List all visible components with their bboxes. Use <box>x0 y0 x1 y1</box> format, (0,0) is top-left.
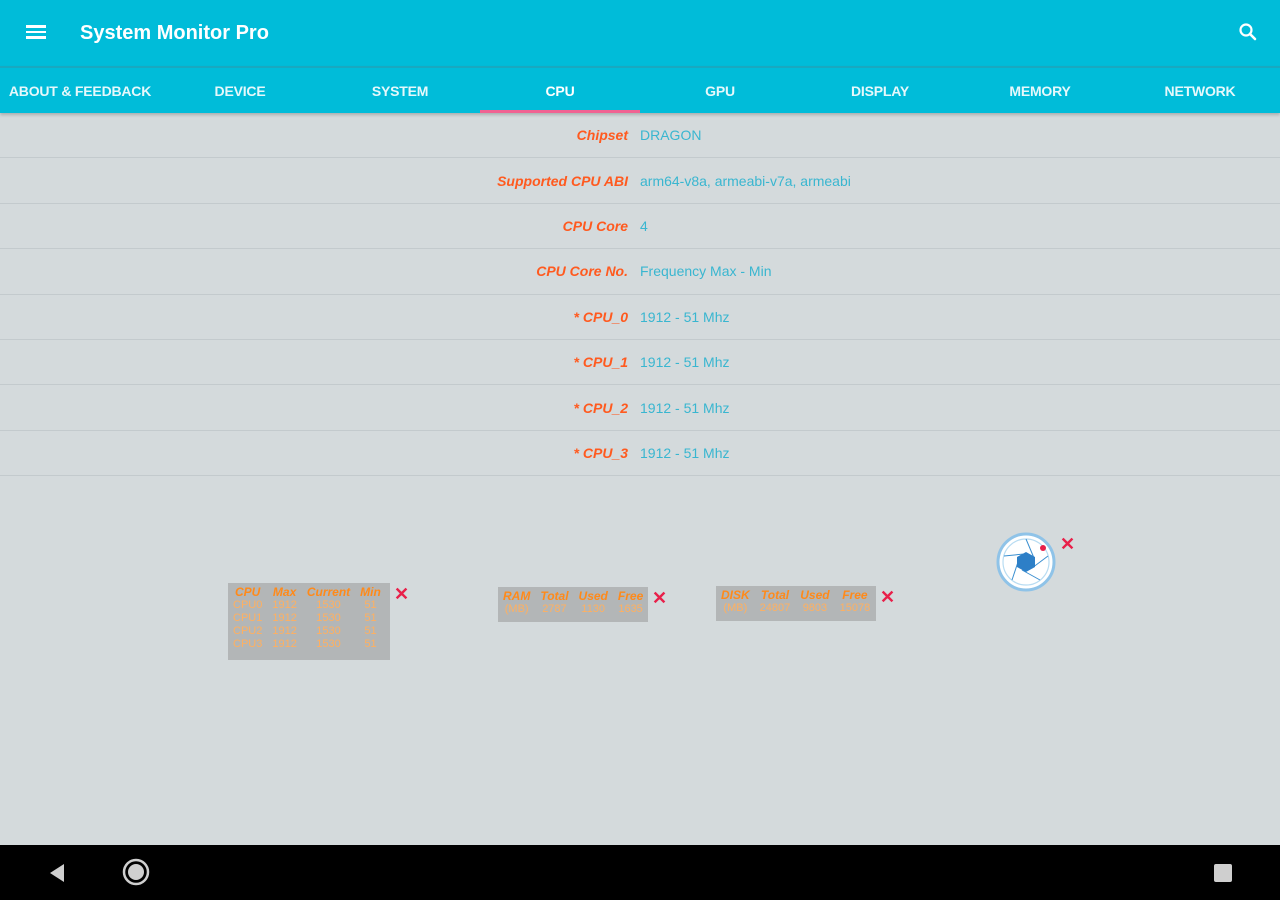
info-row-chipset: Chipset DRAGON <box>0 113 1280 159</box>
camera-shutter-icon[interactable] <box>996 532 1056 592</box>
disk-widget-cell: 24807 <box>759 602 791 614</box>
cpu-widget-cell: 51 <box>364 625 377 637</box>
row-value: arm64-v8a, armeabi-v7a, armeabi <box>640 172 851 189</box>
ram-widget-cell: (MB) <box>504 603 529 615</box>
back-icon[interactable] <box>46 862 68 884</box>
tab-memory[interactable]: MEMORY <box>960 68 1120 113</box>
cpu-float-widget[interactable]: CPU Max Current Min CPU0 1912 1530 51 CP… <box>228 583 390 660</box>
tab-network[interactable]: NETWORK <box>1120 68 1280 113</box>
row-value: 1912 - 51 Mhz <box>640 399 730 416</box>
ram-widget-header: Used <box>578 589 608 603</box>
tab-bar: ABOUT & FEEDBACK DEVICE SYSTEM CPU GPU D… <box>0 66 1280 113</box>
cpu-widget-cell: CPU3 <box>233 638 263 650</box>
cpu-widget-cell: 51 <box>364 599 377 611</box>
cpu-widget-cell: CPU1 <box>233 612 263 624</box>
cpu-widget-cell: 1530 <box>316 638 341 650</box>
row-value: 1912 - 51 Mhz <box>640 308 730 325</box>
system-nav-bar <box>0 845 1280 900</box>
row-label: * CPU_3 <box>573 444 628 461</box>
tab-gpu[interactable]: GPU <box>640 68 800 113</box>
tab-cpu[interactable]: CPU <box>480 68 640 113</box>
search-icon[interactable] <box>1236 20 1260 44</box>
close-icon[interactable]: ✕ <box>652 589 667 607</box>
row-label: * CPU_1 <box>573 354 628 371</box>
row-value: 1912 - 51 Mhz <box>640 444 730 461</box>
cpu-widget-cell: 51 <box>364 612 377 624</box>
cpu-widget-cell: 1912 <box>272 638 297 650</box>
row-label: Chipset <box>576 127 628 144</box>
cpu-widget-cell: 1530 <box>316 612 341 624</box>
row-label: * CPU_0 <box>573 308 628 325</box>
info-row-cpu1: * CPU_1 1912 - 51 Mhz <box>0 340 1280 386</box>
cpu-widget-header: Min <box>360 585 381 599</box>
cpu-widget-cell: 1912 <box>272 612 297 624</box>
ram-widget-cell: 1130 <box>581 603 606 615</box>
ram-widget-cell: 2787 <box>542 603 567 615</box>
app-bar: System Monitor Pro <box>0 0 1280 66</box>
row-label: CPU Core <box>562 217 628 234</box>
cpu-widget-cell: 1530 <box>316 625 341 637</box>
row-label: * CPU_2 <box>573 399 628 416</box>
tab-system[interactable]: SYSTEM <box>320 68 480 113</box>
cpu-widget-cell: 51 <box>364 638 377 650</box>
info-row-cpu-core: CPU Core 4 <box>0 204 1280 250</box>
tab-display[interactable]: DISPLAY <box>800 68 960 113</box>
info-row-cpu0: * CPU_0 1912 - 51 Mhz <box>0 295 1280 340</box>
row-label: CPU Core No. <box>536 263 628 280</box>
cpu-widget-cell: 1912 <box>272 625 297 637</box>
info-row-cpu-core-no: CPU Core No. Frequency Max - Min <box>0 249 1280 295</box>
disk-float-widget[interactable]: DISK Total Used Free (MB) 24807 9803 150… <box>716 586 876 621</box>
cpu-widget-header: Max <box>272 585 297 599</box>
disk-widget-header: Total <box>760 588 790 602</box>
cpu-widget-cell: CPU2 <box>233 625 263 637</box>
close-icon[interactable]: ✕ <box>394 585 409 603</box>
close-icon[interactable]: ✕ <box>880 588 895 606</box>
ram-widget-header: Free <box>617 589 644 603</box>
recent-apps-icon[interactable] <box>1214 864 1232 882</box>
row-value: 4 <box>640 217 648 234</box>
disk-widget-header: Used <box>800 588 830 602</box>
ram-widget-header: Total <box>540 589 569 603</box>
row-value: DRAGON <box>640 127 702 144</box>
row-value: Frequency Max - Min <box>640 263 772 280</box>
tab-device[interactable]: DEVICE <box>160 68 320 113</box>
cpu-info-list: Chipset DRAGON Supported CPU ABI arm64-v… <box>0 113 1280 477</box>
cpu-widget-cell: CPU0 <box>233 599 263 611</box>
disk-widget-cell: 9803 <box>802 602 828 614</box>
tab-about-feedback[interactable]: ABOUT & FEEDBACK <box>0 68 160 113</box>
disk-widget-header: Free <box>842 588 868 602</box>
cpu-widget-cell: 1530 <box>316 599 341 611</box>
home-icon[interactable] <box>122 858 150 886</box>
menu-icon[interactable] <box>24 22 48 44</box>
ram-widget-cell: 1635 <box>618 603 643 615</box>
row-value: 1912 - 51 Mhz <box>640 354 730 371</box>
cpu-widget-cell: 1912 <box>272 599 297 611</box>
app-title: System Monitor Pro <box>80 22 269 44</box>
disk-widget-header: DISK <box>721 588 750 602</box>
ram-widget-header: RAM <box>503 589 531 603</box>
info-row-cpu-abi: Supported CPU ABI arm64-v8a, armeabi-v7a… <box>0 158 1280 204</box>
close-icon[interactable]: ✕ <box>1060 535 1075 553</box>
row-label: Supported CPU ABI <box>497 172 628 189</box>
disk-widget-cell: (MB) <box>723 602 748 614</box>
disk-widget-cell: 15078 <box>839 602 871 614</box>
info-row-cpu3: * CPU_3 1912 - 51 Mhz <box>0 431 1280 477</box>
info-row-cpu2: * CPU_2 1912 - 51 Mhz <box>0 385 1280 431</box>
cpu-widget-header: CPU <box>235 585 261 599</box>
ram-float-widget[interactable]: RAM Total Used Free (MB) 2787 1130 1635 <box>498 587 648 622</box>
cpu-widget-header: Current <box>306 585 351 599</box>
